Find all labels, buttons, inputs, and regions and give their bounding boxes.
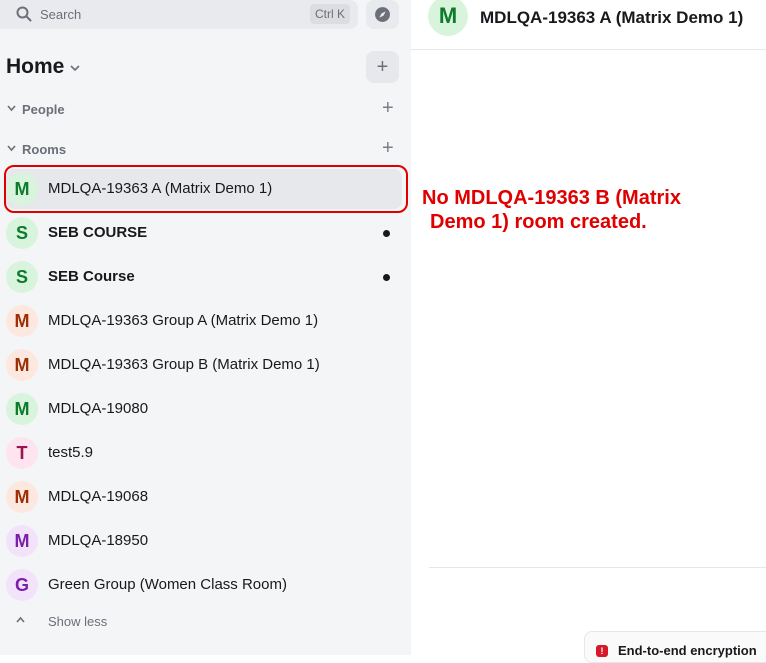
search-shortcut: Ctrl K [310,4,350,24]
room-name: MDLQA-19080 [48,400,149,417]
room-header: M MDLQA-19363 A (Matrix Demo 1) [411,0,766,50]
search-icon [16,6,32,22]
room-avatar: M [6,481,38,513]
room-name: MDLQA-19363 Group B (Matrix Demo 1) [48,356,320,373]
room-name: Green Group (Women Class Room) [48,576,287,593]
room-name: test5.9 [48,444,94,461]
show-less-label: Show less [48,614,108,629]
room-avatar: M [6,349,38,381]
encryption-text: End-to-end encryption [618,643,757,658]
section-rooms[interactable]: Rooms + [0,137,411,161]
shield-icon: ! [596,645,608,657]
annotation-highlight-box [4,165,408,213]
room-item[interactable]: M MDLQA-19068 [0,475,411,519]
room-name: MDLQA-18950 [48,532,149,549]
unread-dot-icon [383,274,390,281]
chevron-up-icon [16,616,25,623]
annotation-line: Demo 1) room created. [430,211,647,233]
room-avatar: M [6,393,38,425]
add-person-icon[interactable]: + [382,97,394,119]
room-item[interactable]: M MDLQA-19080 [0,387,411,431]
plus-icon: + [376,56,389,78]
section-people[interactable]: People + [0,97,411,121]
room-avatar: G [6,569,38,601]
section-label: People [22,102,65,117]
room-title[interactable]: MDLQA-19363 A (Matrix Demo 1) [480,8,743,28]
search-bar[interactable]: Search Ctrl K [0,0,358,29]
room-item[interactable]: S SEB Course [0,255,411,299]
room-avatar: M [6,525,38,557]
room-avatar[interactable]: M [428,0,468,36]
explore-rooms-button[interactable] [366,0,399,29]
annotation-note: No MDLQA-19363 B (Matrix Demo 1) room cr… [422,186,762,234]
room-item[interactable]: G Green Group (Women Class Room) [0,563,411,607]
room-item[interactable]: M MDLQA-19363 Group B (Matrix Demo 1) [0,343,411,387]
encryption-notice: ! End-to-end encryption [584,631,766,663]
home-menu[interactable]: Home [6,55,80,79]
room-item[interactable]: S SEB COURSE [0,211,411,255]
room-item[interactable]: M MDLQA-18950 [0,519,411,563]
timeline-divider [429,567,766,568]
annotation-line: No MDLQA-19363 B (Matrix [422,187,681,209]
chevron-down-icon [7,145,16,152]
room-name: SEB Course [48,268,135,285]
room-avatar: S [6,217,38,249]
add-button[interactable]: + [366,51,399,83]
chevron-down-icon [70,64,80,71]
room-name: SEB COURSE [48,224,148,241]
home-title: Home [6,55,65,78]
chevron-down-icon [7,105,16,112]
room-avatar: S [6,261,38,293]
unread-dot-icon [383,230,390,237]
add-room-icon[interactable]: + [382,137,394,159]
section-label: Rooms [22,142,67,157]
room-avatar: T [6,437,38,469]
search-placeholder: Search [40,7,82,22]
room-item[interactable]: M MDLQA-19363 Group A (Matrix Demo 1) [0,299,411,343]
room-name: MDLQA-19363 Group A (Matrix Demo 1) [48,312,319,329]
room-item[interactable]: Ttest5.9 [0,431,411,475]
room-avatar: M [6,305,38,337]
compass-icon [375,7,390,22]
show-less-toggle[interactable]: Show less [0,611,411,633]
room-list: M MDLQA-19363 A (Matrix Demo 1) S SEB COURS… [0,167,411,607]
room-name: MDLQA-19068 [48,488,149,505]
room-sidebar: Search Ctrl K Home + People + Rooms + MM… [0,0,411,655]
